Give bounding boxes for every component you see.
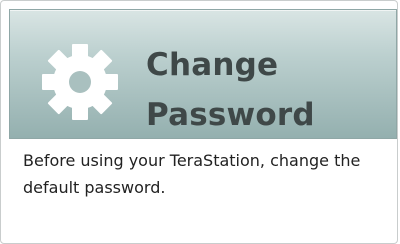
card-description: Before using your TeraStation, change th… <box>23 151 361 197</box>
change-password-button[interactable]: Change Password <box>9 9 397 139</box>
card-title: Change Password <box>146 40 315 140</box>
gear-icon <box>40 42 120 122</box>
card-title-line-1: Change <box>146 47 279 83</box>
card-title-line-2: Password <box>146 97 315 133</box>
change-password-card[interactable]: Change Password Before using your TeraSt… <box>0 0 398 244</box>
